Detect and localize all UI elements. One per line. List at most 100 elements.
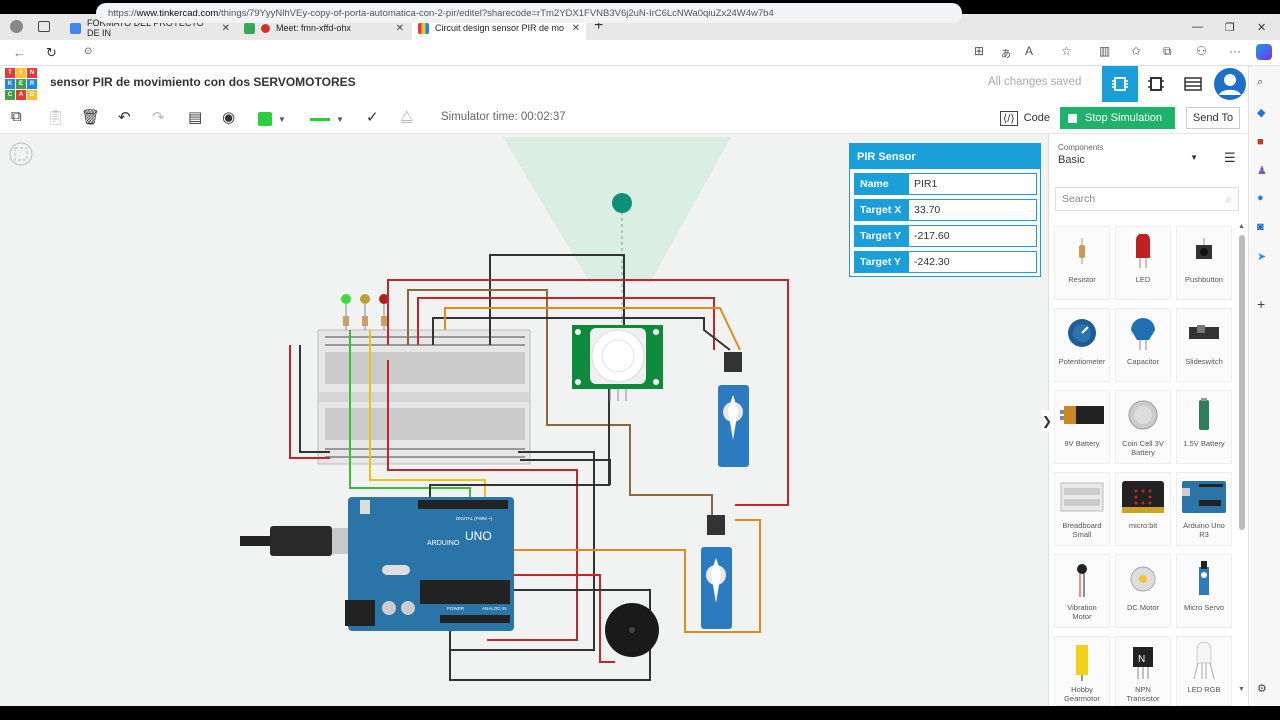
component-list-button[interactable] <box>1175 66 1211 102</box>
flip-icon[interactable]: ⧋ <box>400 108 413 125</box>
send-to-button[interactable]: Send To <box>1186 107 1240 129</box>
paste-icon[interactable]: 📋︎ <box>46 108 65 126</box>
component-npn-transistor[interactable]: N NPN Transistor <box>1115 636 1171 706</box>
read-aloud-icon[interactable]: ぁ <box>1000 44 1012 61</box>
potentiometer-icon <box>1068 319 1096 347</box>
list-view-toggle-icon[interactable]: ☰ <box>1224 150 1236 166</box>
delete-icon[interactable]: 🗑︎ <box>81 108 100 126</box>
color-picker[interactable]: ▼ <box>258 110 298 128</box>
sidebar-shopping-icon[interactable]: ◆ <box>1257 106 1265 119</box>
component-1-5v-battery[interactable]: 1.5V Battery <box>1176 390 1232 464</box>
target-y-field[interactable]: -217.60 <box>909 226 1036 246</box>
sidebar-office-icon[interactable]: ● <box>1257 192 1264 204</box>
component-led[interactable]: LED <box>1115 226 1171 300</box>
sidebar-search-icon[interactable]: ⌕ <box>1257 76 1263 89</box>
code-icon: ⟨/⟩ <box>1000 110 1018 126</box>
profile-icon[interactable] <box>10 20 23 33</box>
component-resistor[interactable]: Resistor <box>1054 226 1110 300</box>
target-y2-field[interactable]: -242.30 <box>909 252 1036 272</box>
slideswitch-icon <box>1189 325 1219 339</box>
component-capacitor[interactable]: Capacitor <box>1115 308 1171 382</box>
tab-actions-icon[interactable] <box>38 21 50 32</box>
digital-pins-label: DIGITAL (PWM ~) <box>456 516 493 521</box>
component-potentiometer[interactable]: Potentiometer <box>1054 308 1110 382</box>
sidebar-telegram-icon[interactable]: ➤ <box>1257 250 1266 263</box>
component-breadboard-small[interactable]: Breadboard Small <box>1054 472 1110 546</box>
wire-type-picker[interactable]: ▼ <box>310 110 352 128</box>
arduino-uno[interactable]: ARDUINO UNO DIGITAL (PWM ~) POWER ANALOG… <box>345 497 514 631</box>
redo-icon[interactable]: ↷ <box>152 108 165 126</box>
component-vibration-motor[interactable]: Vibration Motor <box>1054 554 1110 628</box>
code-button[interactable]: ⟨/⟩ Code <box>1000 108 1050 128</box>
piezo-buzzer[interactable] <box>605 603 659 657</box>
note-icon[interactable]: ▤ <box>188 108 202 126</box>
scroll-up-icon[interactable]: ▲ <box>1238 223 1245 230</box>
user-avatar[interactable] <box>1214 68 1246 100</box>
copilot-icon[interactable] <box>1256 44 1272 60</box>
servo-motor-2[interactable] <box>701 515 732 629</box>
components-search-input[interactable]: Search ⌕ <box>1055 187 1239 211</box>
resistor-icon <box>1079 238 1085 264</box>
url-field[interactable]: https://www.tinkercad.com/things/79YyyNl… <box>96 3 962 23</box>
close-icon[interactable]: ✕ <box>396 23 404 34</box>
vibration-motor-icon <box>1077 564 1087 597</box>
minimize-icon[interactable]: — <box>1192 14 1203 40</box>
component-micro-servo[interactable]: Micro Servo <box>1176 554 1232 628</box>
component-slideswitch[interactable]: Slideswitch <box>1176 308 1232 382</box>
component-pushbutton[interactable]: Pushbutton <box>1176 226 1232 300</box>
component-hobby-gearmotor[interactable]: Hobby Gearmotor <box>1054 636 1110 706</box>
name-field[interactable]: PIR1 <box>909 174 1036 194</box>
led-yellow[interactable] <box>360 294 370 330</box>
coin-cell-icon <box>1128 400 1158 430</box>
extensions-icon[interactable]: ⚇ <box>1196 44 1207 58</box>
component-microbit[interactable]: micro:bit <box>1115 472 1171 546</box>
scroll-down-icon[interactable]: ▼ <box>1238 686 1245 693</box>
schematic-view-button[interactable] <box>1138 66 1174 102</box>
close-icon[interactable]: ✕ <box>572 23 580 34</box>
sidebar-add-icon[interactable]: + <box>1257 296 1265 312</box>
sidebar-settings-icon[interactable]: ⚙ <box>1257 682 1267 695</box>
npn-transistor-icon: N <box>1133 647 1153 679</box>
pir-sensor[interactable] <box>572 325 663 401</box>
back-icon[interactable]: ← <box>13 45 26 60</box>
pir-target-handle[interactable] <box>612 193 632 213</box>
project-title[interactable]: sensor PIR de movimiento con dos SERVOMO… <box>50 75 356 89</box>
more-icon[interactable]: ··· <box>1229 44 1241 58</box>
led-green[interactable] <box>341 294 351 330</box>
favorite-icon[interactable]: ☆ <box>1061 44 1072 58</box>
sidebar-tools-icon[interactable]: ■ <box>1257 136 1264 148</box>
target-x-field[interactable]: 33.70 <box>909 200 1036 220</box>
restore-icon[interactable]: ❐ <box>1225 14 1235 40</box>
component-led-rgb[interactable]: LED RGB <box>1176 636 1232 706</box>
text-size-icon[interactable]: A <box>1025 44 1033 58</box>
fit-view-icon[interactable] <box>9 142 33 166</box>
split-screen-icon[interactable]: ▥ <box>1099 44 1110 58</box>
components-dropdown[interactable]: Components Basic ▼ <box>1058 143 1206 173</box>
circuit-view-button[interactable] <box>1102 66 1138 102</box>
stop-simulation-button[interactable]: Stop Simulation <box>1060 107 1175 129</box>
site-info-icon[interactable]: ⊙ <box>84 46 92 57</box>
close-window-icon[interactable]: ✕ <box>1257 14 1266 40</box>
components-scrollbar[interactable] <box>1239 235 1245 530</box>
servo-motor-1[interactable] <box>718 352 749 467</box>
search-icon: ⌕ <box>1225 192 1232 206</box>
component-coin-cell[interactable]: Coin Cell 3V Battery <box>1115 390 1171 464</box>
collections-icon[interactable]: ⧉ <box>1163 44 1172 59</box>
favorites-bar-icon[interactable]: ✩ <box>1131 44 1141 58</box>
sidebar-games-icon[interactable]: ♟ <box>1257 164 1267 177</box>
sidebar-outlook-icon[interactable]: ◙ <box>1257 221 1264 233</box>
copy-icon[interactable]: ⧉ <box>11 108 22 125</box>
undo-icon[interactable]: ↶ <box>118 108 131 126</box>
tinkercad-logo[interactable]: TIN KER CAD <box>5 68 37 100</box>
translate-icon[interactable]: ⊞ <box>974 44 984 58</box>
component-dc-motor[interactable]: DC Motor <box>1115 554 1171 628</box>
rotate-icon[interactable]: ✓ <box>366 108 379 126</box>
reload-icon[interactable]: ↻ <box>46 45 57 61</box>
close-icon[interactable]: ✕ <box>222 23 230 34</box>
component-9v-battery[interactable]: 9V Battery <box>1054 390 1110 464</box>
visibility-icon[interactable]: ◉ <box>222 108 235 126</box>
panel-collapse-icon[interactable]: ❯ <box>1041 410 1053 432</box>
component-arduino-uno[interactable]: Arduino Uno R3 <box>1176 472 1232 546</box>
recording-icon <box>261 23 270 33</box>
screen: FORMATO DEL PROYECTO DE IN ✕ Meet: fmn-x… <box>0 0 1280 720</box>
